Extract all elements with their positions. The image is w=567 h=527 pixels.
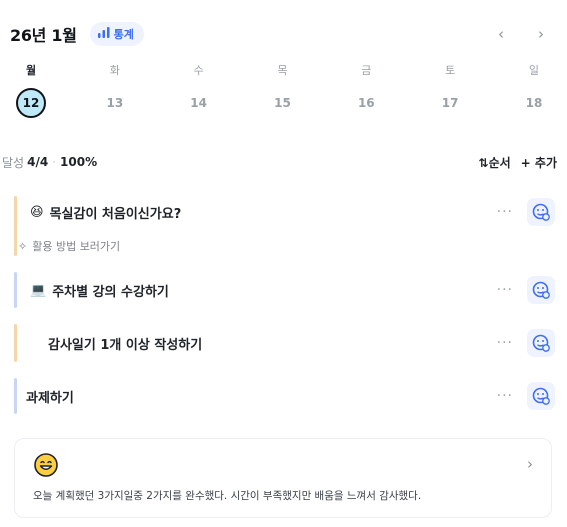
- achievement-count: 4/4: [27, 155, 49, 169]
- how-to-use-label: 활용 방법 보러가기: [32, 240, 121, 253]
- how-to-use-link[interactable]: ✧ 활용 방법 보러가기: [18, 238, 120, 254]
- task-item[interactable]: 💻 주차별 강의 수강하기 ···: [14, 272, 555, 308]
- sparkle-icon: ✧: [18, 239, 28, 253]
- chevron-right-icon[interactable]: ›: [527, 455, 533, 473]
- add-reaction-button[interactable]: [527, 198, 555, 226]
- day-sat[interactable]: 토 17: [433, 62, 467, 118]
- task-color-bar: [14, 378, 17, 414]
- sort-icon: ⇅: [478, 155, 489, 170]
- task-title: 감사일기 1개 이상 작성하기: [48, 337, 203, 353]
- day-of-week-label: 토: [445, 64, 456, 77]
- task-title-row: 💻 주차별 강의 수강하기: [14, 281, 169, 300]
- achievement-label: 달성: [2, 155, 25, 170]
- task-title-row: 😆 목실감이 처음이신가요?: [14, 203, 181, 222]
- laptop-emoji-icon: 💻: [30, 282, 47, 298]
- day-mon[interactable]: 월 12: [14, 62, 48, 118]
- date-number[interactable]: 17: [435, 88, 465, 118]
- task-title-row: 과제하기: [14, 387, 74, 406]
- task-item[interactable]: 과제하기 ···: [14, 378, 555, 414]
- task-color-bar: [14, 324, 17, 362]
- daily-planner: 26년 1월 통계 ‹ › 월 12 화 13 수 14 목 15 금 16 토…: [0, 0, 567, 527]
- day-thu[interactable]: 목 15: [265, 62, 299, 118]
- smiley-add-icon: [532, 281, 550, 299]
- achievement-summary: 달성 4/4 · 100% ⇅순서 + 추가: [2, 152, 557, 172]
- day-of-week-label: 목: [277, 64, 288, 77]
- day-tue[interactable]: 화 13: [98, 62, 132, 118]
- reflection-text: 오늘 계획했던 3가지일중 2가지를 완수했다. 시간이 부족했지만 배움을 느…: [33, 490, 422, 502]
- smiley-add-icon: [532, 334, 550, 352]
- add-reaction-button[interactable]: [527, 276, 555, 304]
- sort-label: 순서: [488, 155, 511, 170]
- day-fri[interactable]: 금 16: [349, 62, 383, 118]
- smiley-add-icon: [532, 387, 550, 405]
- month-title: 26년 1월: [10, 26, 77, 45]
- next-week-icon[interactable]: ›: [533, 25, 549, 43]
- plus-icon: +: [520, 155, 531, 170]
- add-label: 추가: [534, 155, 557, 170]
- day-sun[interactable]: 일 18: [517, 62, 551, 118]
- task-title: 주차별 강의 수강하기: [52, 284, 169, 300]
- day-of-week-label: 수: [193, 64, 204, 77]
- calendar-header: 26년 1월 통계 ‹ ›: [10, 22, 549, 46]
- prev-week-icon[interactable]: ‹: [493, 25, 509, 43]
- date-number[interactable]: 13: [100, 88, 130, 118]
- stats-label: 통계: [113, 28, 134, 41]
- week-strip: 월 12 화 13 수 14 목 15 금 16 토 17 일 18: [14, 62, 551, 118]
- task-color-bar: [14, 272, 17, 308]
- achievement-percent: 100%: [60, 155, 98, 169]
- task-title-row: 감사일기 1개 이상 작성하기: [14, 334, 202, 353]
- stats-button[interactable]: 통계: [89, 22, 144, 46]
- task-title: 과제하기: [26, 390, 74, 406]
- date-number-selected[interactable]: 12: [16, 88, 46, 118]
- day-of-week-label: 화: [109, 64, 120, 77]
- date-number[interactable]: 15: [267, 88, 297, 118]
- task-item[interactable]: 감사일기 1개 이상 작성하기 ···: [14, 324, 555, 362]
- sort-button[interactable]: ⇅순서: [479, 154, 511, 171]
- more-options-icon[interactable]: ···: [497, 204, 513, 220]
- add-reaction-button[interactable]: [527, 329, 555, 357]
- grinning-squint-emoji-icon: 😆: [30, 204, 44, 220]
- week-navigation: ‹ ›: [493, 25, 549, 43]
- daily-reflection-card[interactable]: › 오늘 계획했던 3가지일중 2가지를 완수했다. 시간이 부족했지만 배움을…: [14, 438, 552, 518]
- date-number[interactable]: 18: [519, 88, 549, 118]
- add-task-button[interactable]: + 추가: [521, 154, 557, 171]
- more-options-icon[interactable]: ···: [497, 335, 513, 351]
- more-options-icon[interactable]: ···: [497, 388, 513, 404]
- day-of-week-label: 금: [361, 64, 372, 77]
- day-of-week-label: 일: [528, 64, 540, 77]
- task-item[interactable]: 😆 목실감이 처음이신가요? ···: [14, 196, 555, 256]
- date-number[interactable]: 14: [184, 88, 214, 118]
- add-reaction-button[interactable]: [527, 382, 555, 410]
- task-title: 목실감이 처음이신가요?: [49, 206, 182, 222]
- smiley-add-icon: [532, 203, 550, 221]
- grinning-face-icon: [34, 453, 58, 481]
- day-of-week-label: 월: [25, 64, 37, 77]
- bar-chart-icon: [97, 27, 110, 41]
- date-number[interactable]: 16: [351, 88, 381, 118]
- task-color-bar: [14, 196, 17, 256]
- more-options-icon[interactable]: ···: [497, 282, 513, 298]
- day-wed[interactable]: 수 14: [182, 62, 216, 118]
- summary-separator: ·: [52, 155, 57, 169]
